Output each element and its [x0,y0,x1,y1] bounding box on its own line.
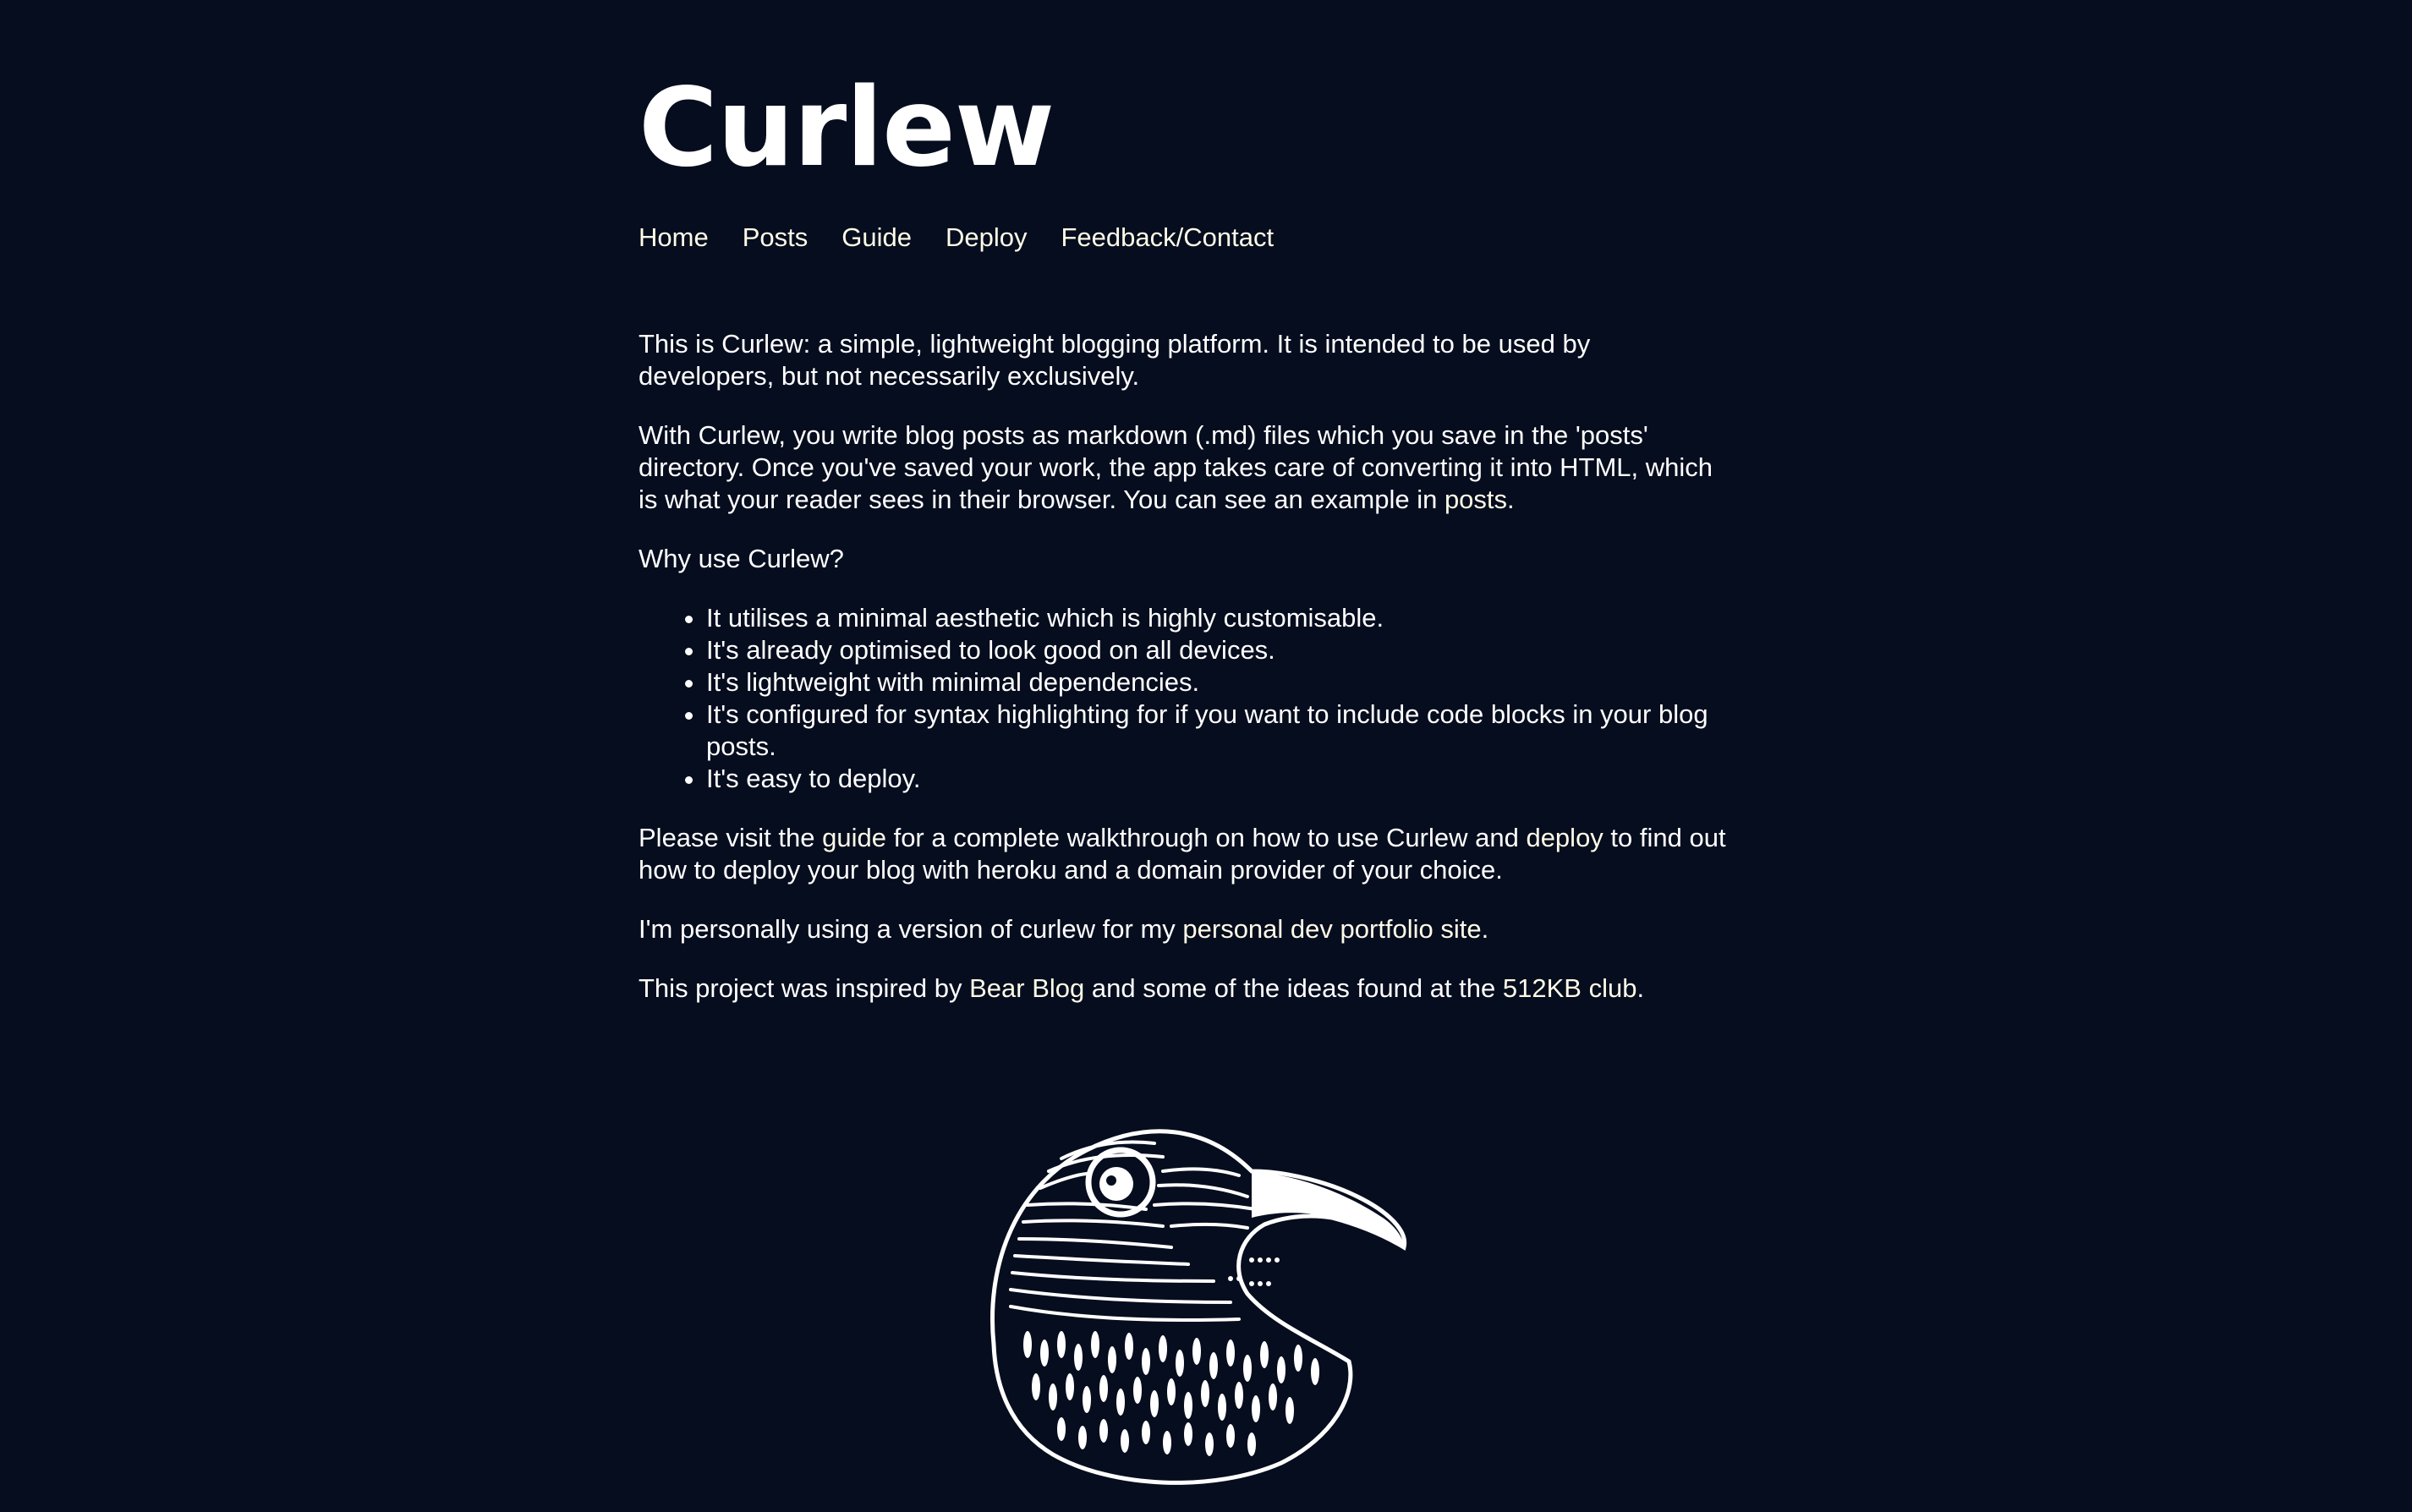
feature-item: It's easy to deploy. [706,763,1730,795]
guide-paragraph: Please visit the guide for a complete wa… [639,822,1730,886]
page: Curlew Home Posts Guide Deploy Feedback/… [0,0,2412,1512]
posts-link[interactable]: posts [1444,485,1507,514]
markdown-paragraph-text: With Curlew, you write blog posts as mar… [639,420,1713,514]
inspiration-paragraph: This project was inspired by Bear Blog a… [639,972,1730,1005]
why-heading: Why use Curlew? [639,544,844,573]
site-title: Curlew [639,65,1055,191]
markdown-paragraph-end: . [1507,485,1515,514]
content-column: Curlew Home Posts Guide Deploy Feedback/… [639,0,1730,1032]
nav-link-deploy[interactable]: Deploy [946,222,1028,254]
deploy-link[interactable]: deploy [1526,823,1603,852]
portfolio-link[interactable]: personal dev portfolio site [1182,914,1481,944]
feature-item: It's configured for syntax highlighting … [706,698,1730,763]
features-list: It utilises a minimal aesthetic which is… [639,602,1730,795]
portfolio-paragraph-text-a: I'm personally using a version of curlew… [639,914,1183,944]
intro-paragraph: This is Curlew: a simple, lightweight bl… [639,329,1591,391]
portfolio-paragraph-text-b: . [1481,914,1489,944]
inspiration-paragraph-text-b: and some of the ideas found at the [1084,973,1503,1003]
guide-link[interactable]: guide [822,823,886,852]
nav-link-feedback-contact[interactable]: Feedback/Contact [1061,222,1274,254]
markdown-paragraph: With Curlew, you write blog posts as mar… [639,419,1730,516]
feature-item: It's already optimised to look good on a… [706,634,1730,666]
bear-blog-link[interactable]: Bear Blog [969,973,1084,1003]
curlew-bird-icon [990,1129,1407,1485]
nav-link-home[interactable]: Home [639,222,709,254]
curlew-bird-illustration [960,1091,1417,1497]
nav-link-posts[interactable]: Posts [743,222,809,254]
main-content: This is Curlew: a simple, lightweight bl… [639,328,1730,1005]
512kb-club-link[interactable]: 512KB club [1503,973,1637,1003]
main-nav: Home Posts Guide Deploy Feedback/Contact [639,222,1730,254]
nav-link-guide[interactable]: Guide [841,222,912,254]
guide-paragraph-text-b: for a complete walkthrough on how to use… [885,823,1527,852]
guide-paragraph-text-a: Please visit the [639,823,823,852]
feature-item: It's lightweight with minimal dependenci… [706,666,1730,698]
inspiration-paragraph-text-c: . [1636,973,1645,1003]
feature-item: It utilises a minimal aesthetic which is… [706,602,1730,634]
portfolio-paragraph: I'm personally using a version of curlew… [639,913,1730,945]
inspiration-paragraph-text-a: This project was inspired by [639,973,970,1003]
